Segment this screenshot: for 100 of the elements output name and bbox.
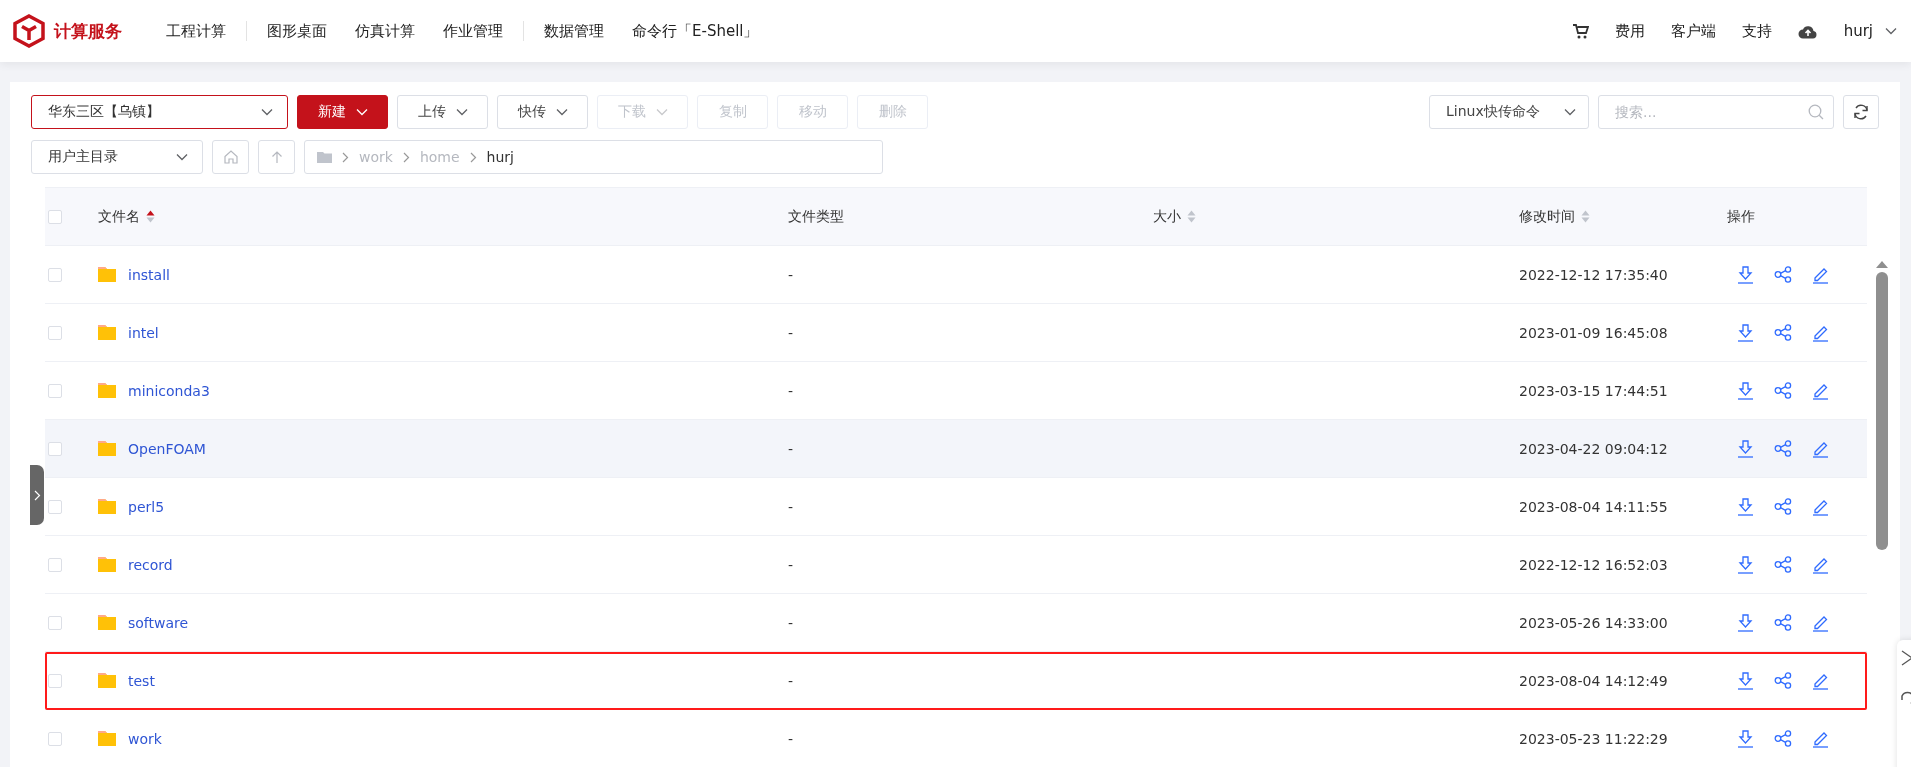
share-icon[interactable] bbox=[1774, 730, 1792, 747]
caret-icon bbox=[1564, 108, 1576, 116]
cloud-upload-icon[interactable] bbox=[1797, 23, 1818, 39]
sort-icon[interactable] bbox=[146, 209, 155, 224]
file-name-link[interactable]: intel bbox=[128, 324, 159, 341]
share-icon[interactable] bbox=[1774, 266, 1792, 283]
nav-link[interactable]: 图形桌面 bbox=[253, 21, 341, 41]
header-link[interactable]: 客户端 bbox=[1670, 21, 1716, 41]
nav-link[interactable]: 工程计算 bbox=[152, 21, 240, 41]
download-icon[interactable] bbox=[1737, 265, 1754, 284]
row-checkbox[interactable] bbox=[48, 673, 62, 688]
folder-icon bbox=[98, 499, 116, 514]
download-icon[interactable] bbox=[1737, 555, 1754, 574]
file-type-cell-text: - bbox=[788, 672, 795, 689]
close-icon[interactable] bbox=[1901, 650, 1911, 666]
up-arrow-icon bbox=[270, 150, 283, 164]
download-icon[interactable] bbox=[1737, 497, 1754, 516]
select-all-checkbox[interactable] bbox=[48, 209, 62, 224]
download-icon[interactable] bbox=[1737, 729, 1754, 748]
row-checkbox[interactable] bbox=[48, 383, 62, 398]
file-type-cell-text: - bbox=[788, 730, 795, 747]
nav-link[interactable]: 作业管理 bbox=[429, 21, 517, 41]
region-select[interactable]: 华东三区【乌镇】 bbox=[31, 95, 288, 129]
scroll-up-icon[interactable] bbox=[1875, 260, 1889, 269]
download-icon[interactable] bbox=[1737, 613, 1754, 632]
download-icon[interactable] bbox=[1737, 671, 1754, 690]
row-checkbox[interactable] bbox=[48, 499, 62, 514]
breadcrumb-link[interactable]: hurj bbox=[486, 149, 514, 165]
modified-time-cell-text: 2023-05-23 11:22:29 bbox=[1519, 730, 1669, 747]
modified-time-cell-text: 2023-08-04 14:12:49 bbox=[1519, 672, 1669, 689]
caret-icon bbox=[555, 108, 568, 116]
table-row[interactable]: software - 2023-05-26 14:33:00 bbox=[45, 594, 1867, 652]
file-name-link[interactable]: record bbox=[128, 556, 173, 573]
toolbar-button[interactable]: 上传 bbox=[397, 95, 488, 129]
table-row[interactable]: intel - 2023-01-09 16:45:08 bbox=[45, 304, 1867, 362]
nav-link[interactable]: 仿真计算 bbox=[341, 21, 429, 41]
cart-icon[interactable] bbox=[1572, 23, 1589, 39]
table-row[interactable]: record - 2022-12-12 16:52:03 bbox=[45, 536, 1867, 594]
column-header[interactable]: 文件类型 bbox=[788, 207, 844, 226]
row-checkbox[interactable] bbox=[48, 325, 62, 340]
modified-time-cell-text: 2023-04-22 09:04:12 bbox=[1519, 440, 1669, 457]
brand-name[interactable]: 计算服务 bbox=[54, 19, 122, 43]
nav-link[interactable]: 数据管理 bbox=[530, 21, 618, 41]
column-header[interactable]: 大小 bbox=[1153, 207, 1181, 226]
table-row[interactable]: OpenFOAM - 2023-04-22 09:04:12 bbox=[45, 420, 1867, 478]
row-checkbox[interactable] bbox=[48, 731, 62, 746]
folder-icon bbox=[98, 325, 116, 340]
row-checkbox[interactable] bbox=[48, 615, 62, 630]
file-name-link[interactable]: perl5 bbox=[128, 498, 165, 515]
file-name-link[interactable]: test bbox=[128, 672, 155, 689]
file-name-link[interactable]: install bbox=[128, 266, 170, 283]
file-name-link[interactable]: work bbox=[128, 730, 162, 747]
chevron-icon bbox=[33, 489, 41, 501]
directory-select[interactable]: 用户主目录 bbox=[31, 140, 203, 174]
download-icon[interactable] bbox=[1737, 439, 1754, 458]
table-row[interactable]: work - 2023-05-23 11:22:29 bbox=[45, 710, 1867, 767]
chevron-icon bbox=[402, 151, 410, 163]
toolbar-button[interactable]: 快传 bbox=[497, 95, 588, 129]
row-checkbox[interactable] bbox=[48, 557, 62, 572]
row-checkbox[interactable] bbox=[48, 441, 62, 456]
cube-logo-icon bbox=[12, 14, 46, 48]
refresh-button[interactable] bbox=[1843, 95, 1879, 129]
folder-icon bbox=[98, 673, 116, 688]
share-icon[interactable] bbox=[1774, 382, 1792, 399]
path-field[interactable]: work home hurj bbox=[304, 140, 883, 174]
file-type-cell-text: - bbox=[788, 614, 795, 631]
share-icon[interactable] bbox=[1774, 440, 1792, 457]
folder-icon bbox=[317, 151, 332, 163]
nav-link[interactable]: 命令行「E-Shell」 bbox=[618, 21, 773, 41]
share-icon[interactable] bbox=[1774, 324, 1792, 341]
column-header[interactable]: 文件名 bbox=[98, 207, 140, 226]
search-field[interactable]: 搜索... bbox=[1598, 95, 1834, 129]
modified-time-cell-text: 2023-08-04 14:11:55 bbox=[1519, 498, 1669, 515]
file-type-cell-text: - bbox=[788, 324, 795, 341]
file-type-cell-text: - bbox=[788, 382, 795, 399]
row-checkbox[interactable] bbox=[48, 267, 62, 282]
share-icon[interactable] bbox=[1774, 498, 1792, 515]
column-header[interactable]: 修改时间 bbox=[1519, 207, 1575, 226]
header-link[interactable]: 支持 bbox=[1741, 21, 1772, 41]
file-name-link[interactable]: miniconda3 bbox=[128, 382, 210, 399]
command-dropdown[interactable]: Linux快传命令 bbox=[1429, 95, 1589, 129]
table-row[interactable]: test - 2023-08-04 14:12:49 bbox=[45, 652, 1867, 710]
file-name-link[interactable]: software bbox=[128, 614, 189, 631]
refresh-icon bbox=[1852, 103, 1870, 121]
share-icon[interactable] bbox=[1774, 672, 1792, 689]
table-row[interactable]: perl5 - 2023-08-04 14:11:55 bbox=[45, 478, 1867, 536]
download-icon[interactable] bbox=[1737, 381, 1754, 400]
user-name[interactable]: hurj bbox=[1843, 22, 1873, 40]
table-row[interactable]: install - 2022-12-12 17:35:40 bbox=[45, 246, 1867, 304]
toolbar-button[interactable]: 新建 bbox=[297, 95, 388, 129]
share-icon[interactable] bbox=[1774, 556, 1792, 573]
folder-icon bbox=[98, 731, 116, 746]
column-header[interactable]: 操作 bbox=[1727, 207, 1755, 226]
sidebar-toggle[interactable] bbox=[30, 465, 44, 525]
header-link[interactable]: 费用 bbox=[1614, 21, 1645, 41]
share-icon[interactable] bbox=[1774, 614, 1792, 631]
chevron-icon bbox=[469, 151, 477, 163]
file-name-link[interactable]: OpenFOAM bbox=[128, 440, 206, 457]
download-icon[interactable] bbox=[1737, 323, 1754, 342]
folder-icon bbox=[98, 615, 116, 630]
